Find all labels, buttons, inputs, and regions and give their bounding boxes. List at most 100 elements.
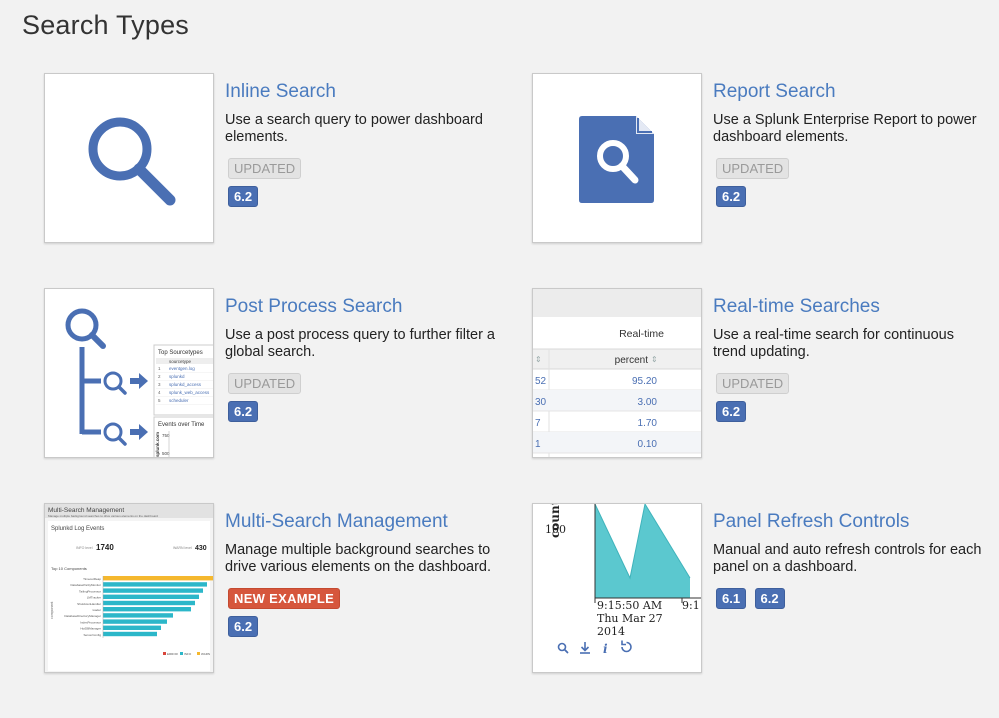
row-count: 30 [535,397,547,408]
component-bar [103,594,199,599]
x-tick-date: Thu Mar 27 [597,612,663,625]
panel2-title: Events over Time [158,422,205,428]
card-multi-search-management: Multi-Search Management Manage multiple … [44,503,504,675]
column-header-percent: percent [615,355,649,366]
app-subtitle: Manage multiple background searches to d… [48,514,158,518]
card-title[interactable]: Report Search [713,81,983,103]
section-title: Splunkd Log Events [51,526,104,532]
legend-label: WARN [201,652,210,656]
row-sourcetype: scheduler [169,398,189,403]
chart-title: Top 10 Components [51,566,87,571]
svg-text:⇕: ⇕ [535,355,542,364]
app-title: Multi-Search Management [48,507,124,514]
thumbnail-real-time-searches[interactable]: Real-time ⇕ percent ⇕ 52 95.20 30 3.00 7 1.70… [532,288,702,458]
table-header: Real-time [619,328,664,340]
row-percent: 95.20 [632,376,657,387]
row-count: 7 [535,418,541,429]
card-title[interactable]: Inline Search [225,81,495,103]
card-title[interactable]: Multi-Search Management [225,511,495,533]
component-bar [103,588,203,593]
post-process-diagram: Top Sourcetypes sourcetype 1 eventgen.log… [65,308,213,457]
card-description: Use a Splunk Enterprise Report to power … [713,112,977,145]
version-badge: 6.1 [716,588,747,609]
card-description: Use a post process query to further filt… [225,327,495,360]
card-panel-refresh-controls: count 100 9:15:50 AM Thu Mar 27 2014 9:1… [532,503,992,675]
component-label: ServerConfig [83,633,101,637]
row-sourcetype: eventgen.log [169,366,195,371]
x-tick: 9:15:50 AM [597,599,662,612]
stat2-label: WARN level [173,546,192,550]
card-title[interactable]: Post Process Search [225,296,495,318]
component-label: HotDBManager [80,627,101,631]
row-sourcetype: splunk_web_access [169,390,210,395]
svg-text:⇕: ⇕ [651,355,658,364]
component-label: DatabaseDirectoryManager [64,614,101,618]
multi-search-dashboard: Multi-Search Management Manage multiple … [45,504,213,672]
card-title[interactable]: Real-time Searches [713,296,983,318]
panel-column: sourcetype [169,359,192,364]
x-tick: 9:1 [682,599,700,612]
version-badge: 6.2 [228,616,259,637]
card-title[interactable]: Panel Refresh Controls [713,511,983,533]
component-label: TailingProcessor [79,589,101,593]
thumbnail-report-search[interactable] [532,73,702,243]
component-bar [103,631,157,637]
panel-title: Top Sourcetypes [158,350,203,356]
refresh-chart: count 100 9:15:50 AM Thu Mar 27 2014 9:1… [545,504,701,656]
component-bar [103,582,207,587]
updated-badge: UPDATED [716,373,790,394]
component-bar [103,613,173,618]
component-bar [103,600,195,606]
component-label: LMTracker [87,596,101,600]
card-description: Use a search query to power dashboard el… [225,112,483,145]
stat1-value: 1740 [96,543,114,552]
x-tick-year: 2014 [597,625,625,638]
component-label: IndexProcessor [80,620,101,624]
card-report-search: Report Search Use a Splunk Enterprise Re… [532,73,992,245]
y-tick: 100 [545,523,566,536]
card-inline-search: Inline Search Use a search query to powe… [44,73,504,245]
row-sourcetype: splunkd_access [169,382,202,387]
component-bar [103,625,161,630]
component-label: ShutdownHandler [77,602,101,606]
version-badge: 6.2 [716,401,747,422]
stat2-value: 430 [195,545,207,552]
thumbnail-panel-refresh-controls[interactable]: count 100 9:15:50 AM Thu Mar 27 2014 9:1… [532,503,702,673]
page-title: Search Types [22,10,189,40]
magnifier-icon [88,117,176,206]
card-description: Manual and auto refresh controls for eac… [713,542,982,575]
row-sourcetype: splunkd [169,374,185,379]
y-axis-label: component [50,602,54,619]
row-count: 52 [535,376,547,387]
thumbnail-post-process-search[interactable]: Top Sourcetypes sourcetype 1 eventgen.log… [44,288,214,458]
component-label: DatabaseParityMonitor [70,583,101,587]
search-icon[interactable] [557,642,569,654]
version-badge: 6.2 [228,401,259,422]
row-percent: 1.70 [638,418,658,429]
updated-badge: UPDATED [228,158,302,179]
thumbnail-multi-search-management[interactable]: Multi-Search Management Manage multiple … [44,503,214,673]
version-badge: 6.2 [716,186,747,207]
component-bar [103,576,213,581]
component-bar [103,607,191,612]
component-label: loader [93,608,101,612]
new-example-badge: NEW EXAMPLE [228,588,341,609]
real-time-table: Real-time ⇕ percent ⇕ 52 95.20 30 3.00 7 1.70… [533,317,701,457]
updated-badge: UPDATED [716,158,790,179]
card-real-time-searches: Real-time ⇕ percent ⇕ 52 95.20 30 3.00 7 1.70… [532,288,992,460]
component-label: TimeoutReap [83,577,101,581]
card-post-process-search: Top Sourcetypes sourcetype 1 eventgen.log… [44,288,504,460]
refresh-icon[interactable] [621,640,632,653]
axis-label: splunk.com [155,432,160,457]
stat1-label: INFO level [76,546,93,550]
component-bar [103,619,167,624]
thumbnail-inline-search[interactable] [44,73,214,243]
inspect-icon[interactable]: i [603,642,608,656]
card-description: Use a real-time search for continuous tr… [713,327,954,360]
legend-label: ERROR [167,652,179,656]
row-percent: 3.00 [638,397,658,408]
legend-label: INFO [184,652,192,656]
card-description: Manage multiple background searches to d… [225,542,491,575]
version-badge: 6.2 [754,588,785,609]
export-icon[interactable] [580,642,590,654]
